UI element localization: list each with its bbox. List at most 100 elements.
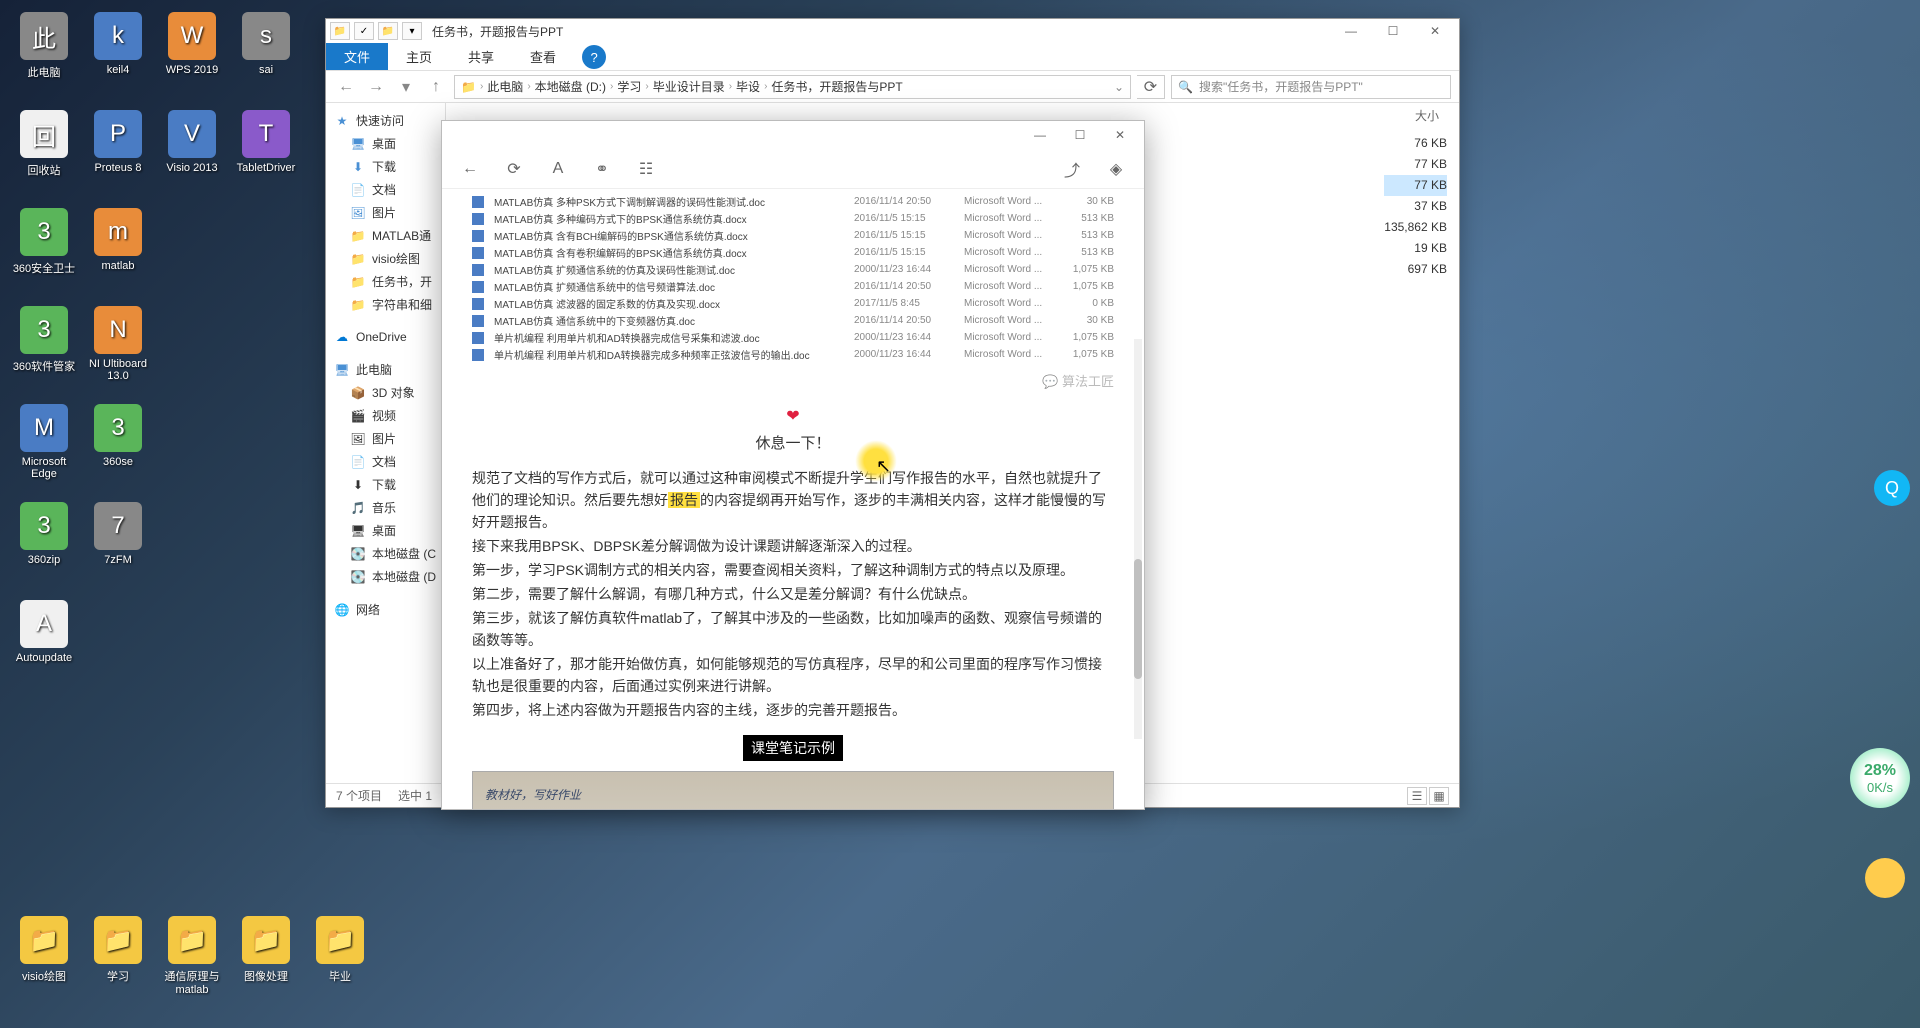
desktop-icon[interactable]: WWPS 2019	[156, 8, 228, 104]
column-size[interactable]: 大小	[1395, 107, 1459, 124]
desktop-icon[interactable]: ssai	[230, 8, 302, 104]
nav-thispc[interactable]: 🖥此电脑	[326, 358, 445, 381]
desktop-icon[interactable]: MMicrosoft Edge	[8, 400, 80, 496]
preview-maximize-button[interactable]: ☐	[1060, 122, 1100, 148]
desktop-icon[interactable]: PProteus 8	[82, 106, 154, 202]
nav-up-button[interactable]: ↑	[424, 75, 448, 99]
view-icons-button[interactable]: ▦	[1429, 787, 1449, 805]
doc-row[interactable]: MATLAB仿真 扩频通信系统中的信号频谱算法.doc2016/11/14 20…	[472, 278, 1114, 295]
nav-pictures2[interactable]: 🖼图片	[326, 427, 445, 450]
desktop-icon[interactable]	[230, 302, 302, 398]
ribbon-tab-view[interactable]: 查看	[512, 43, 574, 70]
desktop-icon[interactable]: 77zFM	[82, 498, 154, 594]
doc-row[interactable]: 单片机编程 利用单片机和DA转换器完成多种频率正弦波信号的输出.doc2000/…	[472, 346, 1114, 363]
search-box[interactable]: 🔍 搜索"任务书，开题报告与PPT"	[1171, 75, 1451, 99]
desktop-icon[interactable]: 此此电脑	[8, 8, 80, 104]
folder-icon[interactable]: 📁	[330, 22, 350, 40]
help-icon[interactable]: ?	[582, 45, 606, 69]
nav-desktop[interactable]: 🖥桌面	[326, 132, 445, 155]
qat-check-icon[interactable]: ✓	[354, 22, 374, 40]
nav-downloads[interactable]: ⬇下载	[326, 155, 445, 178]
desktop-folder-icon[interactable]: 📁图像处理	[230, 912, 302, 1008]
addr-dropdown-icon[interactable]: ⌄	[1114, 80, 1124, 94]
nav-quick-access[interactable]: ★快速访问	[326, 109, 445, 132]
doc-row[interactable]: MATLAB仿真 滤波器的固定系数的仿真及实现.docx2017/11/5 8:…	[472, 295, 1114, 312]
doc-row[interactable]: 单片机编程 利用单片机和AD转换器完成信号采集和滤波.doc2000/11/23…	[472, 329, 1114, 346]
desktop-icon[interactable]: NNI Ultiboard 13.0	[82, 302, 154, 398]
nav-string[interactable]: 📁字符串和细	[326, 293, 445, 316]
nav-back-button[interactable]: ←	[334, 75, 358, 99]
font-icon[interactable]: A	[546, 157, 570, 181]
nav-documents2[interactable]: 📄文档	[326, 450, 445, 473]
qat-dropdown-icon[interactable]: ▾	[402, 22, 422, 40]
qat-folder-icon[interactable]: 📁	[378, 22, 398, 40]
desktop-icon[interactable]	[156, 498, 228, 594]
scrollbar-thumb[interactable]	[1134, 559, 1142, 679]
nav-visio[interactable]: 📁visio绘图	[326, 247, 445, 270]
ribbon-tab-home[interactable]: 主页	[388, 43, 450, 70]
desktop-icon[interactable]: 3360安全卫士	[8, 204, 80, 300]
back-icon[interactable]: ←	[458, 157, 482, 181]
desktop-folder-icon[interactable]: 📁通信原理与matlab	[156, 912, 228, 1008]
link-icon[interactable]: ⚭	[590, 157, 614, 181]
nav-videos[interactable]: 🎬视频	[326, 404, 445, 427]
scrollbar[interactable]	[1134, 339, 1142, 739]
nav-recent-button[interactable]: ▾	[394, 75, 418, 99]
nav-documents[interactable]: 📄文档	[326, 178, 445, 201]
desktop-icon[interactable]: mmatlab	[82, 204, 154, 300]
network-speed-widget[interactable]: 28% 0K/s	[1850, 748, 1910, 808]
nav-task[interactable]: 📁任务书，开	[326, 270, 445, 293]
desktop-icon[interactable]	[230, 498, 302, 594]
desktop-icon[interactable]: 回回收站	[8, 106, 80, 202]
nav-music[interactable]: 🎵音乐	[326, 496, 445, 519]
columns-icon[interactable]: ☷	[634, 157, 658, 181]
emoji-widget[interactable]	[1865, 858, 1905, 898]
doc-row[interactable]: MATLAB仿真 通信系统中的下变频器仿真.doc2016/11/14 20:5…	[472, 312, 1114, 329]
doc-row[interactable]: MATLAB仿真 含有BCH编解码的BPSK通信系统仿真.docx2016/11…	[472, 227, 1114, 244]
cube-icon[interactable]: ◈	[1104, 157, 1128, 181]
desktop-icon[interactable]: kkeil4	[82, 8, 154, 104]
nav-3d[interactable]: 📦3D 对象	[326, 381, 445, 404]
refresh-icon[interactable]: ⟳	[502, 157, 526, 181]
nav-onedrive[interactable]: ☁OneDrive	[326, 326, 445, 348]
desktop-icon[interactable]: AAutoupdate	[8, 596, 80, 692]
desktop-icon[interactable]	[230, 400, 302, 496]
share-icon[interactable]: ⤴	[1060, 157, 1084, 181]
desktop-icon[interactable]: 3360zip	[8, 498, 80, 594]
desktop-icon[interactable]: 3360se	[82, 400, 154, 496]
nav-forward-button[interactable]: →	[364, 75, 388, 99]
nav-diskd[interactable]: 💽本地磁盘 (D	[326, 565, 445, 588]
preview-close-button[interactable]: ✕	[1100, 122, 1140, 148]
desktop-icon[interactable]	[156, 204, 228, 300]
breadcrumb-bar[interactable]: 📁 › 此电脑› 本地磁盘 (D:)› 学习› 毕业设计目录› 毕设› 任务书，…	[454, 75, 1131, 99]
qq-icon[interactable]: Q	[1874, 470, 1910, 506]
close-button[interactable]: ✕	[1415, 20, 1455, 42]
desktop-folder-icon[interactable]: 📁visio绘图	[8, 912, 80, 1008]
nav-desktop2[interactable]: 🖥桌面	[326, 519, 445, 542]
doc-row[interactable]: MATLAB仿真 多种编码方式下的BPSK通信系统仿真.docx2016/11/…	[472, 210, 1114, 227]
desktop-icon[interactable]	[230, 204, 302, 300]
preview-content[interactable]: MATLAB仿真 多种PSK方式下调制解调器的误码性能测试.doc2016/11…	[442, 189, 1144, 809]
nav-matlab[interactable]: 📁MATLAB通	[326, 224, 445, 247]
desktop-icon[interactable]: 3360软件管家	[8, 302, 80, 398]
doc-row[interactable]: MATLAB仿真 扩频通信系统的仿真及误码性能测试.doc2000/11/23 …	[472, 261, 1114, 278]
desktop-icon[interactable]	[156, 302, 228, 398]
desktop-folder-icon[interactable]: 📁学习	[82, 912, 154, 1008]
view-details-button[interactable]: ☰	[1407, 787, 1427, 805]
nav-network[interactable]: 🌐网络	[326, 598, 445, 621]
ribbon-tab-file[interactable]: 文件	[326, 43, 388, 70]
desktop-icon[interactable]: VVisio 2013	[156, 106, 228, 202]
maximize-button[interactable]: ☐	[1373, 20, 1413, 42]
minimize-button[interactable]: —	[1331, 20, 1371, 42]
nav-diskc[interactable]: 💽本地磁盘 (C	[326, 542, 445, 565]
doc-row[interactable]: MATLAB仿真 含有卷积编解码的BPSK通信系统仿真.docx2016/11/…	[472, 244, 1114, 261]
desktop-icon[interactable]: TTabletDriver	[230, 106, 302, 202]
doc-row[interactable]: MATLAB仿真 多种PSK方式下调制解调器的误码性能测试.doc2016/11…	[472, 193, 1114, 210]
preview-minimize-button[interactable]: —	[1020, 122, 1060, 148]
ribbon-tab-share[interactable]: 共享	[450, 43, 512, 70]
desktop-icon[interactable]	[156, 400, 228, 496]
refresh-button[interactable]: ⟳	[1137, 75, 1165, 99]
nav-downloads2[interactable]: ⬇下载	[326, 473, 445, 496]
desktop-folder-icon[interactable]: 📁毕业	[304, 912, 376, 1008]
nav-pictures[interactable]: 🖼图片	[326, 201, 445, 224]
